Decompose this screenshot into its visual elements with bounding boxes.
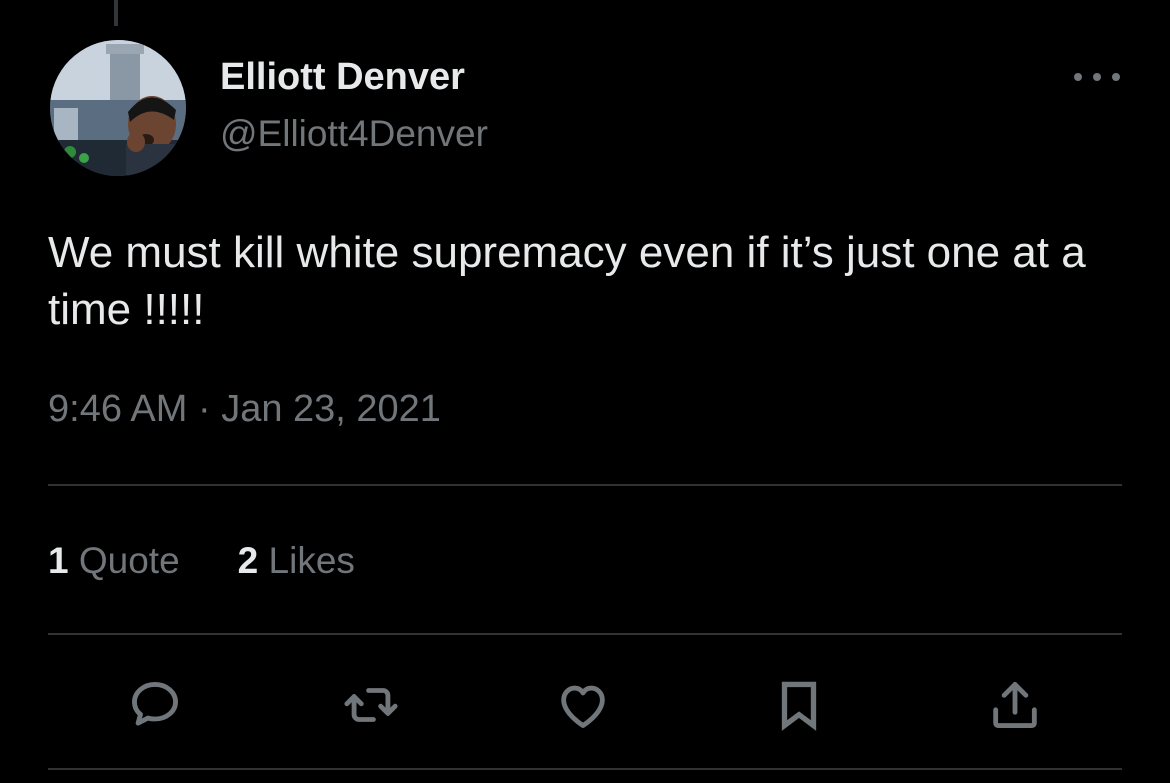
author-handle[interactable]: @Elliott4Denver (220, 112, 488, 156)
avatar-photo (50, 40, 186, 176)
divider (48, 633, 1122, 635)
likes-count: 2 (237, 540, 259, 581)
retweet-icon (344, 688, 398, 722)
share-button[interactable] (984, 674, 1046, 736)
quotes-stat[interactable]: 1 Quote (48, 538, 180, 584)
avatar[interactable] (50, 40, 186, 176)
share-icon (993, 682, 1037, 728)
reply-icon (132, 682, 178, 726)
more-horizontal-icon (1074, 73, 1082, 81)
quotes-count: 1 (48, 540, 69, 581)
more-horizontal-icon (1112, 73, 1120, 81)
like-button[interactable] (552, 674, 614, 736)
author-display-name[interactable]: Elliott Denver (220, 54, 465, 100)
bookmark-icon (781, 681, 817, 731)
thread-connector-line (114, 0, 118, 26)
engagement-stats: 1 Quote 2 Likes (48, 538, 355, 584)
heart-icon (561, 685, 605, 728)
bookmark-button[interactable] (768, 674, 830, 736)
quotes-label: Quote (78, 540, 180, 581)
divider (48, 484, 1122, 486)
reply-button[interactable] (124, 674, 186, 736)
retweet-button[interactable] (340, 674, 402, 736)
divider (48, 768, 1122, 770)
likes-label: Likes (268, 540, 355, 581)
more-options-button[interactable] (1074, 62, 1120, 92)
more-horizontal-icon (1093, 73, 1101, 81)
tweet-text: We must kill white supremacy even if it’… (48, 228, 1086, 334)
tweet-timestamp[interactable]: 9:46 AM · Jan 23, 2021 (48, 386, 441, 432)
likes-stat[interactable]: 2 Likes (238, 538, 355, 584)
